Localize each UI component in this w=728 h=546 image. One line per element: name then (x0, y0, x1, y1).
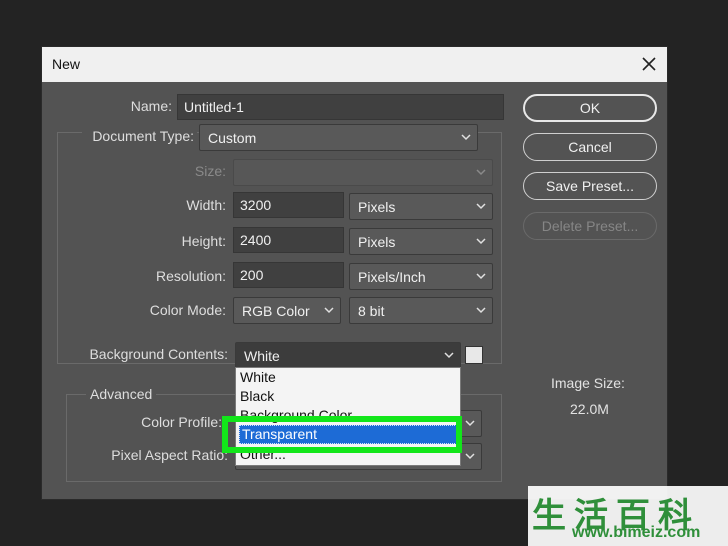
width-label: Width: (186, 197, 226, 213)
save-preset-button[interactable]: Save Preset... (523, 172, 657, 200)
pixel-aspect-ratio-label: Pixel Aspect Ratio: (111, 447, 228, 463)
color-mode-value: RGB Color (242, 303, 310, 319)
width-unit-select[interactable]: Pixels (349, 193, 493, 220)
resolution-label: Resolution: (155, 268, 226, 284)
image-size-label: Image Size: (551, 375, 625, 391)
cancel-button[interactable]: Cancel (523, 133, 657, 161)
chevron-down-icon (465, 420, 475, 427)
document-type-select[interactable]: Custom (199, 124, 478, 151)
size-select (233, 159, 493, 186)
color-mode-label: Color Mode: (149, 302, 226, 318)
resolution-input[interactable]: 200 (233, 262, 344, 288)
background-contents-select[interactable]: White (235, 342, 461, 369)
chevron-down-icon (476, 307, 486, 314)
background-contents-label: Background Contents: (89, 346, 228, 362)
color-profile-label: Color Profile: (141, 414, 222, 430)
chevron-down-icon (461, 134, 471, 141)
chevron-down-icon (476, 273, 486, 280)
document-type-label: Document Type: (82, 128, 197, 144)
chevron-down-icon (476, 238, 486, 245)
size-label: Size: (194, 163, 226, 179)
document-type-value: Custom (208, 130, 257, 146)
color-mode-select[interactable]: RGB Color (233, 297, 341, 324)
transparent-option-highlight (222, 416, 462, 453)
chevron-down-icon (444, 352, 454, 359)
close-icon[interactable] (640, 55, 658, 73)
ok-button[interactable]: OK (523, 94, 657, 122)
resolution-unit-select[interactable]: Pixels/Inch (349, 263, 493, 290)
width-unit-value: Pixels (358, 199, 396, 215)
name-label: Name: (130, 98, 172, 114)
dialog-title: New (52, 56, 81, 72)
resolution-unit-value: Pixels/Inch (358, 269, 426, 285)
height-unit-value: Pixels (358, 234, 396, 250)
image-size-value: 22.0M (570, 401, 609, 417)
watermark: 生活百科 www.bimeiz.com (528, 486, 728, 546)
name-input[interactable]: Untitled-1 (177, 94, 504, 120)
chevron-down-icon (476, 169, 486, 176)
height-label: Height: (181, 233, 226, 249)
dropdown-option-black[interactable]: Black (240, 387, 274, 406)
chevron-down-icon (324, 307, 334, 314)
background-contents-value: White (244, 348, 280, 364)
height-input[interactable]: 2400 (233, 227, 344, 253)
title-bar: New (42, 47, 667, 82)
delete-preset-button: Delete Preset... (523, 212, 657, 240)
bit-depth-select[interactable]: 8 bit (349, 297, 493, 324)
chevron-down-icon (476, 203, 486, 210)
bit-depth-value: 8 bit (358, 303, 385, 319)
chevron-down-icon (465, 453, 475, 460)
width-input[interactable]: 3200 (233, 192, 344, 218)
dropdown-option-white[interactable]: White (240, 368, 276, 387)
background-color-swatch[interactable] (465, 346, 483, 364)
watermark-url: www.bimeiz.com (572, 524, 701, 541)
advanced-label: Advanced (86, 386, 157, 402)
height-unit-select[interactable]: Pixels (349, 228, 493, 255)
